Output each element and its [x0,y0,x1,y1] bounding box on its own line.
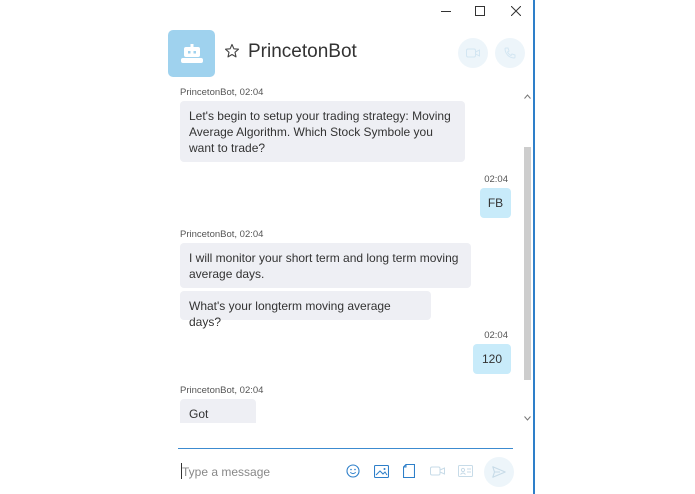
send-file-button[interactable] [400,462,418,480]
message-meta: PrincetonBot, 02:04 [180,229,264,240]
close-icon [511,6,521,16]
scroll-up-button[interactable] [523,92,532,100]
emoji-icon [346,464,360,478]
bot-avatar[interactable] [168,30,215,77]
bot-message-bubble: I will monitor your short term and long … [180,243,471,288]
contact-card-icon [457,465,473,477]
message-meta: 02:04 [484,174,508,185]
chat-window: PrincetonBot PrincetonBot, 02:04 Let's b… [159,0,535,494]
image-icon [373,464,389,478]
message-meta: 02:04 [484,330,508,341]
chat-title: PrincetonBot [248,41,357,62]
send-image-button[interactable] [372,462,390,480]
robot-icon [180,43,203,63]
bot-message-bubble: Got it...120 [180,399,256,423]
compose-divider [178,448,513,449]
scrollbar[interactable] [523,92,532,422]
star-icon [224,43,240,58]
send-icon [492,466,506,478]
chevron-up-icon [524,93,531,99]
bot-message-bubble: What's your longterm moving average days… [180,291,431,329]
message-input[interactable] [182,463,332,481]
close-button[interactable] [506,3,526,19]
video-camera-icon [466,48,480,58]
bot-message-bubble: Let's begin to setup your trading strate… [180,101,465,162]
message-meta: PrincetonBot, 02:04 [180,88,264,98]
audio-call-button[interactable] [495,38,525,68]
video-message-button[interactable] [428,462,446,480]
chevron-down-icon [524,415,531,421]
file-icon [403,464,415,478]
my-message-bubble: FB [480,188,511,218]
scrollbar-thumb[interactable] [524,147,531,380]
my-message-bubble: 120 [473,344,511,374]
message-list[interactable]: PrincetonBot, 02:04 Let's begin to setup… [159,88,519,423]
scroll-down-button[interactable] [523,414,532,422]
phone-icon [504,47,516,59]
emoji-button[interactable] [344,462,362,480]
send-contact-button[interactable] [456,462,474,480]
message-meta: PrincetonBot, 02:04 [180,385,264,396]
minimize-icon [441,11,451,12]
video-message-icon [429,466,445,476]
maximize-icon [475,6,485,16]
send-button[interactable] [484,457,514,487]
favorite-button[interactable] [224,43,240,59]
minimize-button[interactable] [436,3,456,19]
video-call-button[interactable] [458,38,488,68]
maximize-button[interactable] [470,3,490,19]
